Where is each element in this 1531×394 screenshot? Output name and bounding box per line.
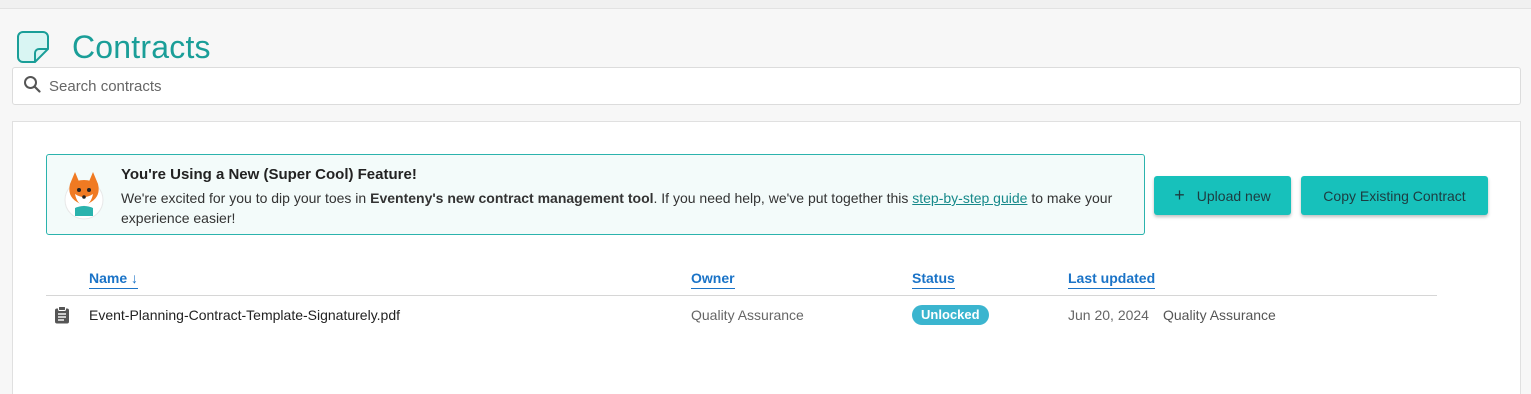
column-header-owner[interactable]: Owner — [691, 270, 735, 289]
search-icon — [23, 75, 41, 98]
top-bar — [0, 0, 1531, 9]
banner-text-2: . If you need help, we've put together t… — [653, 190, 913, 206]
plus-icon: + — [1174, 185, 1185, 205]
copy-existing-label: Copy Existing Contract — [1323, 187, 1466, 204]
clipboard-icon — [54, 306, 70, 324]
search-bar[interactable] — [12, 67, 1521, 105]
banner-text: We're excited for you to dip your toes i… — [121, 188, 1131, 228]
status-badge: Unlocked — [912, 305, 989, 325]
contract-name[interactable]: Event-Planning-Contract-Template-Signatu… — [89, 307, 400, 323]
fox-mascot-icon — [61, 170, 107, 220]
search-input[interactable] — [49, 77, 1449, 95]
upload-new-label: Upload new — [1196, 187, 1271, 204]
step-by-step-guide-link[interactable]: step-by-step guide — [912, 190, 1027, 206]
contracts-panel: You're Using a New (Super Cool) Feature!… — [12, 121, 1521, 394]
column-header-status[interactable]: Status — [912, 270, 955, 289]
table-row[interactable]: Event-Planning-Contract-Template-Signatu… — [46, 296, 1437, 334]
feature-banner: You're Using a New (Super Cool) Feature!… — [46, 154, 1145, 235]
page-header: Contracts — [14, 27, 211, 67]
page-title: Contracts — [72, 28, 211, 65]
banner-text-1: We're excited for you to dip your toes i… — [121, 190, 371, 206]
sticky-note-icon — [14, 28, 52, 66]
contract-owner: Quality Assurance — [691, 307, 804, 323]
banner-text-bold: Eventeny's new contract management tool — [370, 190, 654, 206]
copy-existing-contract-button[interactable]: Copy Existing Contract — [1301, 176, 1488, 215]
upload-new-button[interactable]: + Upload new — [1154, 176, 1291, 215]
last-updated-by: Quality Assurance — [1163, 307, 1276, 323]
last-updated-date: Jun 20, 2024 — [1068, 307, 1149, 323]
column-header-last-updated[interactable]: Last updated — [1068, 270, 1156, 289]
banner-title: You're Using a New (Super Cool) Feature! — [121, 166, 417, 183]
column-header-name[interactable]: Name ↓ — [89, 270, 139, 289]
